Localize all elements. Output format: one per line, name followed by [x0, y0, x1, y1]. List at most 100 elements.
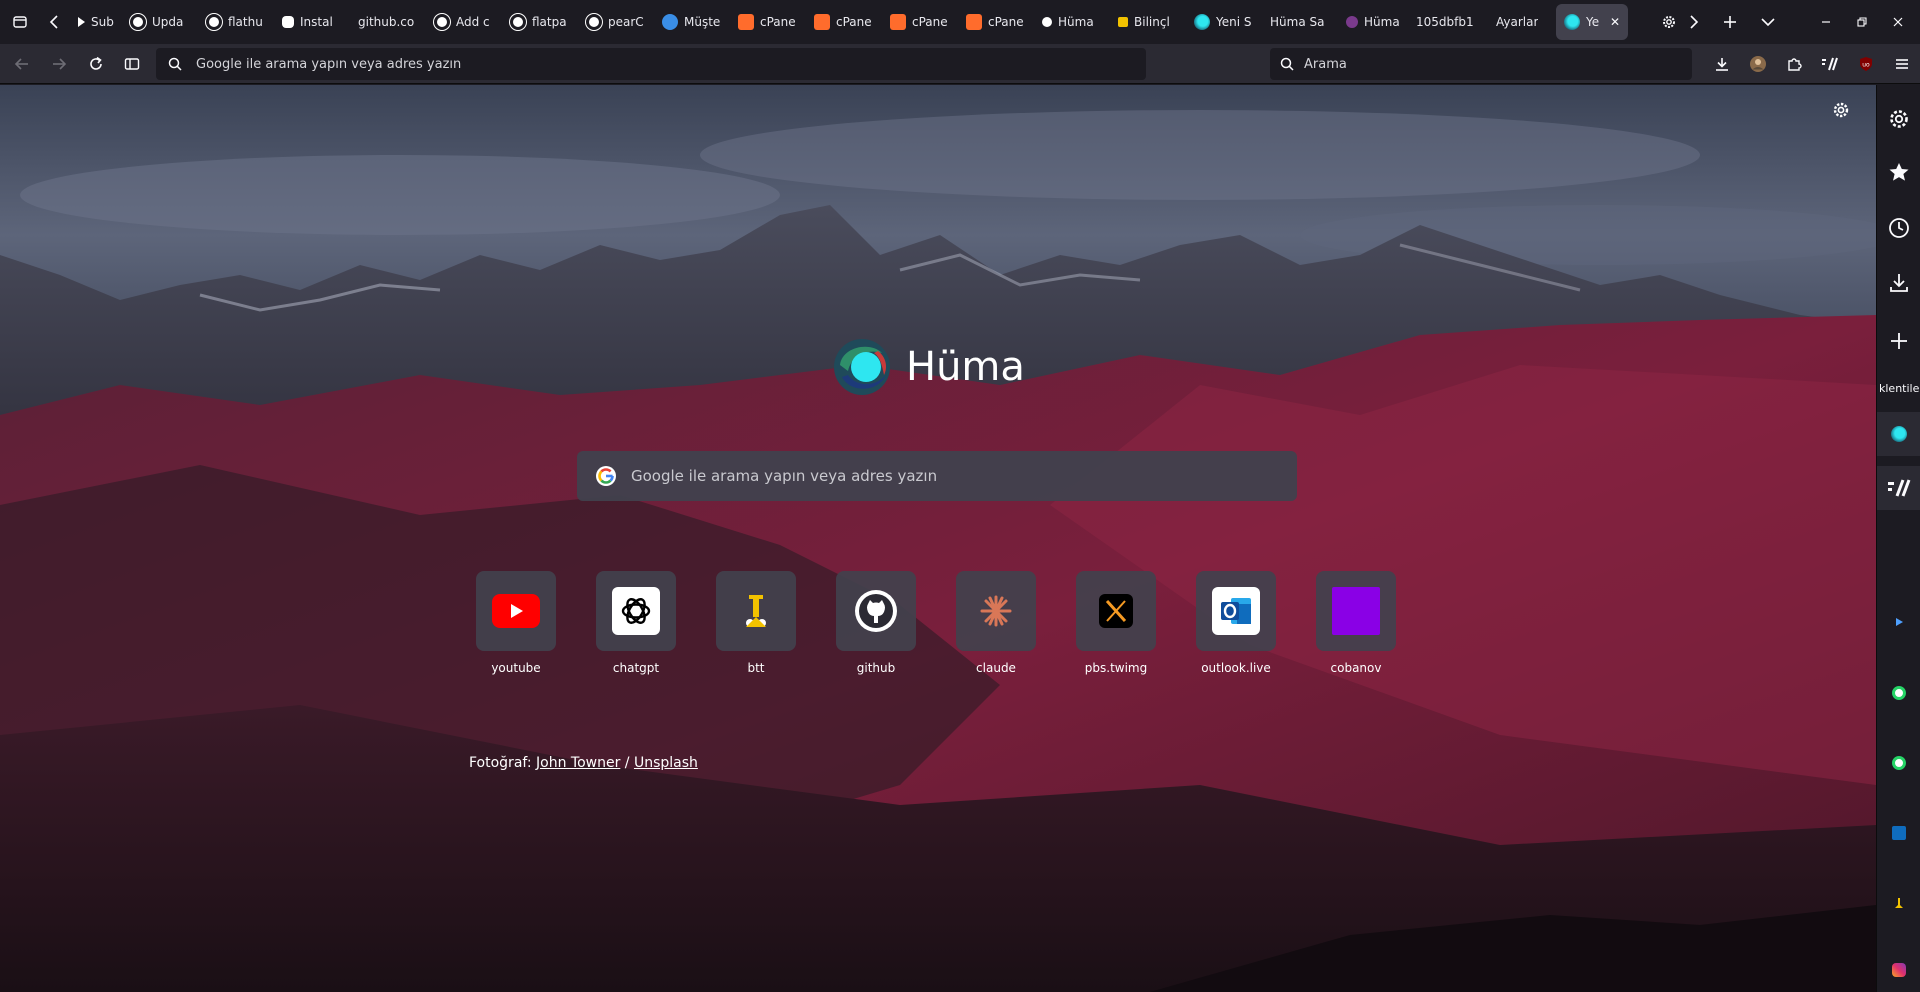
tab[interactable]: cPane	[806, 4, 882, 40]
sidebar-panel-instagram[interactable]	[1877, 948, 1920, 992]
sidebar-toggle-button[interactable]	[114, 48, 150, 80]
tab[interactable]: cPane	[958, 4, 1034, 40]
customize-page-button[interactable]	[1826, 95, 1856, 125]
chevron-down-icon	[1761, 18, 1775, 27]
huma-icon	[1564, 14, 1580, 30]
top-site-tile[interactable]	[1316, 571, 1396, 651]
tab[interactable]: Hüma	[1338, 4, 1408, 40]
search-input[interactable]: Google ile arama yapın veya adres yazın	[577, 451, 1297, 501]
top-site-tile[interactable]	[716, 571, 796, 651]
tab[interactable]: Ayarlar	[1484, 4, 1556, 40]
outlook-icon	[1892, 826, 1906, 840]
sidebar-panel-whatsapp-2[interactable]	[1877, 741, 1920, 785]
sidebar-panel-btt[interactable]	[1877, 881, 1920, 925]
reload-button[interactable]	[78, 48, 114, 80]
download-icon	[1716, 58, 1728, 71]
forward-button[interactable]	[41, 48, 77, 80]
top-site-outlook-live[interactable]: outlook.live	[1196, 571, 1276, 675]
tab[interactable]: cPane	[882, 4, 958, 40]
top-site-tile[interactable]	[476, 571, 556, 651]
tab[interactable]: 105dbfb1	[1408, 4, 1484, 40]
maximize-button[interactable]	[1844, 0, 1880, 44]
top-site-pbs-twimg[interactable]: pbs.twimg	[1076, 571, 1156, 675]
tab[interactable]: Subm	[70, 4, 122, 40]
top-site-claude[interactable]: claude	[956, 571, 1036, 675]
tab[interactable]: Add c	[426, 4, 502, 40]
tab[interactable]: pearC	[578, 4, 654, 40]
account-button[interactable]	[1740, 48, 1776, 80]
avatar-icon	[1750, 56, 1766, 72]
tab-label: cPane	[836, 15, 872, 29]
tab-active[interactable]: Yen ✕	[1556, 4, 1628, 40]
sidebar-add-panel-button[interactable]	[1877, 319, 1920, 363]
gear-icon	[1833, 102, 1849, 118]
top-site-tile[interactable]	[956, 571, 1036, 651]
tab[interactable]: flathu	[198, 4, 274, 40]
address-bar[interactable]: Google ile arama yapın veya adres yazın	[156, 48, 1146, 80]
tab-label: Bilinçl	[1134, 15, 1170, 29]
top-site-btt[interactable]: btt	[716, 571, 796, 675]
photo-author-link[interactable]: John Towner	[536, 755, 620, 771]
brand-header: Hüma	[830, 335, 1025, 399]
sidebar-bookmarks-button[interactable]	[1877, 150, 1920, 194]
sidebar-settings-button[interactable]	[1877, 97, 1920, 141]
cpanel-icon	[966, 14, 982, 30]
arrow-left-icon	[14, 58, 28, 70]
tab[interactable]: Hüma Sa	[1262, 4, 1338, 40]
search-bar[interactable]: Arama	[1270, 48, 1692, 80]
scroll-tabs-right-button[interactable]	[1682, 4, 1706, 40]
top-site-tile[interactable]	[596, 571, 676, 651]
top-site-label: outlook.live	[1201, 661, 1271, 675]
tab[interactable]: flatpa	[502, 4, 578, 40]
tab-overview-button[interactable]	[2, 4, 38, 40]
downloads-button[interactable]	[1704, 48, 1740, 80]
sidebar-panel-outlook[interactable]	[1877, 811, 1920, 855]
top-site-tile[interactable]	[836, 571, 916, 651]
top-site-label: pbs.twimg	[1084, 661, 1148, 675]
new-tab-button[interactable]	[1712, 4, 1748, 40]
extensions-button[interactable]	[1776, 48, 1812, 80]
tab-overview-icon	[13, 16, 27, 28]
menu-button[interactable]	[1884, 48, 1920, 80]
tab[interactable]: Hüma	[1034, 4, 1110, 40]
settings-tab-button[interactable]	[1654, 4, 1684, 40]
top-site-label: github	[856, 661, 896, 675]
globe-icon	[662, 14, 678, 30]
ublock-shield-icon: uo	[1860, 57, 1872, 71]
top-site-tile[interactable]	[1076, 571, 1156, 651]
sidebar-history-button[interactable]	[1877, 206, 1920, 250]
top-site-cobanov[interactable]: cobanov	[1316, 571, 1396, 675]
tab[interactable]: Müşte	[654, 4, 730, 40]
tab[interactable]: cPane	[730, 4, 806, 40]
cpanel-icon	[814, 14, 830, 30]
top-site-chatgpt[interactable]: chatgpt	[596, 571, 676, 675]
tab[interactable]: Upda	[122, 4, 198, 40]
huma-logo-icon	[834, 339, 890, 395]
top-site-tile[interactable]	[1196, 571, 1276, 651]
sidebar-panel-play[interactable]	[1877, 600, 1920, 644]
tab-label: Yen	[1586, 15, 1600, 29]
tab-label: Subm	[91, 15, 114, 29]
sidebar-icon	[124, 58, 140, 70]
extension-notes-button[interactable]	[1812, 48, 1848, 80]
toolbar-actions: uo	[1704, 44, 1920, 84]
tab[interactable]: Bilinçl	[1110, 4, 1186, 40]
sidebar-panel-whatsapp[interactable]	[1877, 671, 1920, 715]
top-site-github[interactable]: github	[836, 571, 916, 675]
sidebar-downloads-button[interactable]	[1877, 261, 1920, 305]
back-button[interactable]	[4, 48, 40, 80]
tab[interactable]: github.co	[350, 4, 426, 40]
photo-source-link[interactable]: Unsplash	[634, 755, 698, 771]
close-window-button[interactable]	[1880, 0, 1916, 44]
clock-icon	[1889, 218, 1909, 238]
list-all-tabs-button[interactable]	[1750, 4, 1786, 40]
scroll-tabs-left-button[interactable]	[42, 4, 66, 40]
close-icon[interactable]: ✕	[1610, 15, 1620, 29]
minimize-button[interactable]	[1808, 0, 1844, 44]
sidebar-panel-notes[interactable]	[1877, 466, 1920, 510]
sidebar-panel-huma[interactable]	[1877, 412, 1920, 456]
ublock-button[interactable]: uo	[1848, 48, 1884, 80]
tab[interactable]: Instal	[274, 4, 350, 40]
top-site-youtube[interactable]: youtube	[476, 571, 556, 675]
tab[interactable]: Yeni S	[1186, 4, 1262, 40]
